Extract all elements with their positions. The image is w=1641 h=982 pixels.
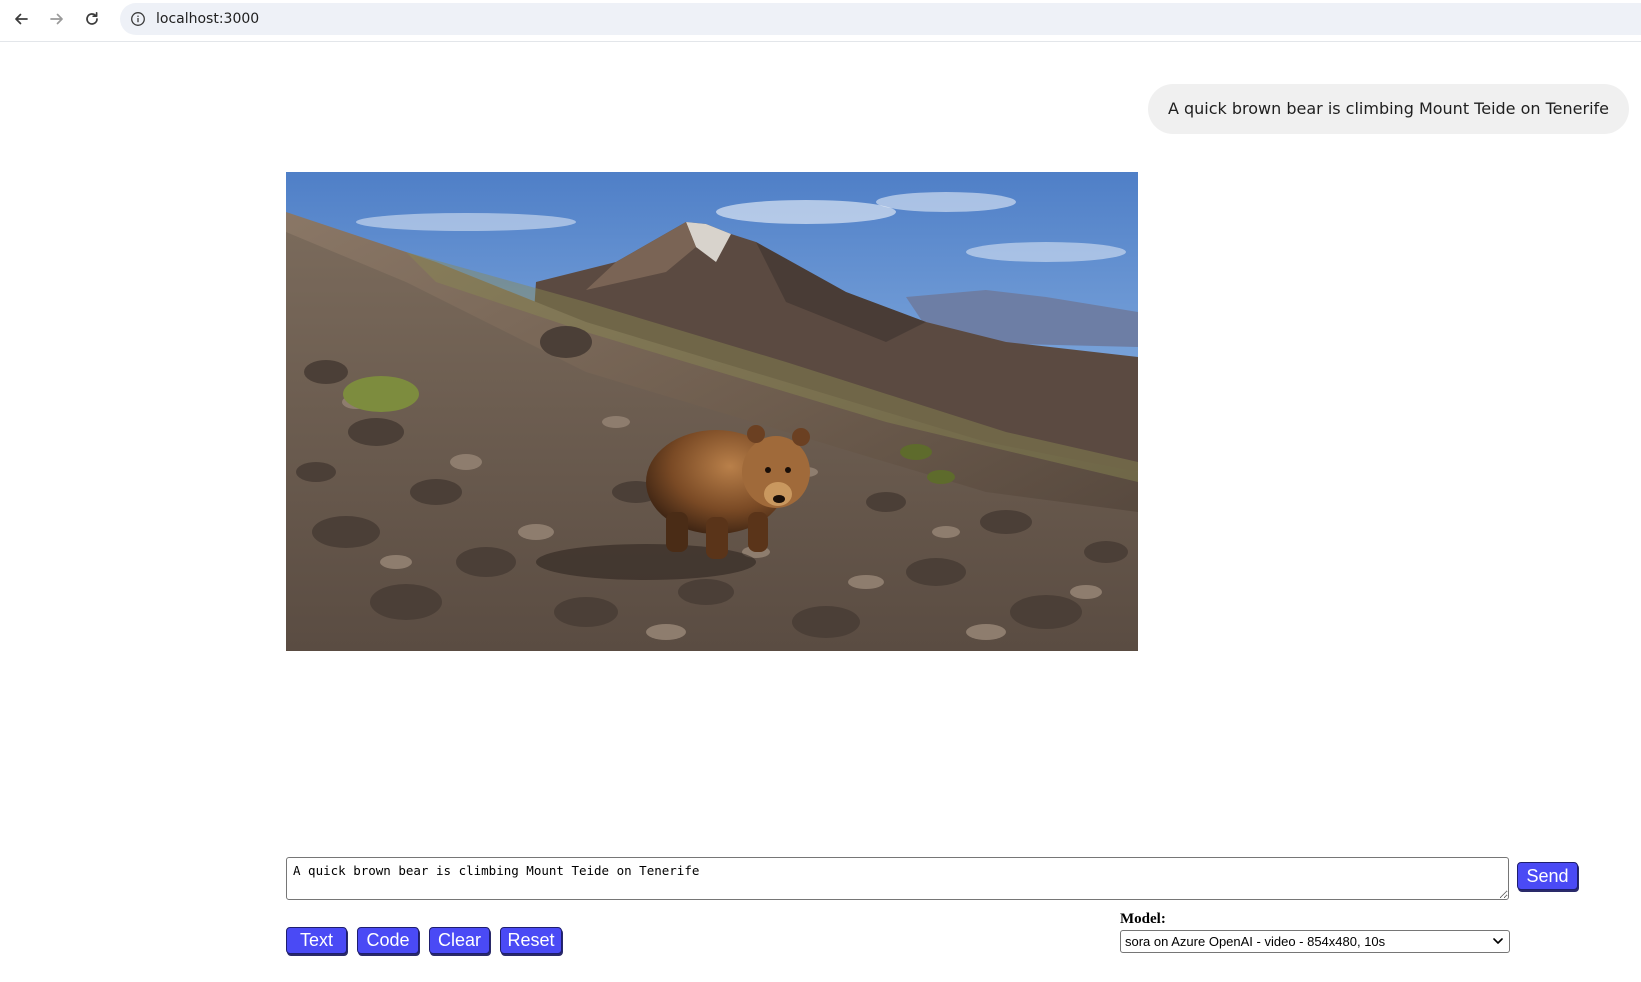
url-text: localhost:3000 [156,11,260,27]
model-selected-value: sora on Azure OpenAI - video - 854x480, … [1125,934,1386,949]
back-button[interactable] [8,6,34,32]
code-button[interactable]: Code [357,927,419,954]
clear-button[interactable]: Clear [429,927,490,954]
text-button[interactable]: Text [286,927,347,954]
address-bar[interactable]: localhost:3000 [120,3,1641,35]
send-button[interactable]: Send [1517,862,1578,890]
reload-button[interactable] [79,6,105,32]
chevron-down-icon [1493,938,1503,944]
forward-button[interactable] [44,6,70,32]
prompt-input[interactable] [286,857,1509,900]
model-label: Model: [1120,911,1166,927]
user-message-bubble: A quick brown bear is climbing Mount Tei… [1147,84,1629,134]
browser-toolbar: localhost:3000 [0,0,1641,42]
model-select[interactable]: sora on Azure OpenAI - video - 854x480, … [1120,930,1510,953]
reload-icon [86,11,98,25]
video-scene-image [286,172,1138,651]
generated-video[interactable] [286,172,1138,651]
arrow-right-icon [50,13,63,25]
arrow-left-icon [15,13,28,25]
reset-button[interactable]: Reset [500,927,562,954]
info-circle-icon[interactable] [130,11,146,27]
